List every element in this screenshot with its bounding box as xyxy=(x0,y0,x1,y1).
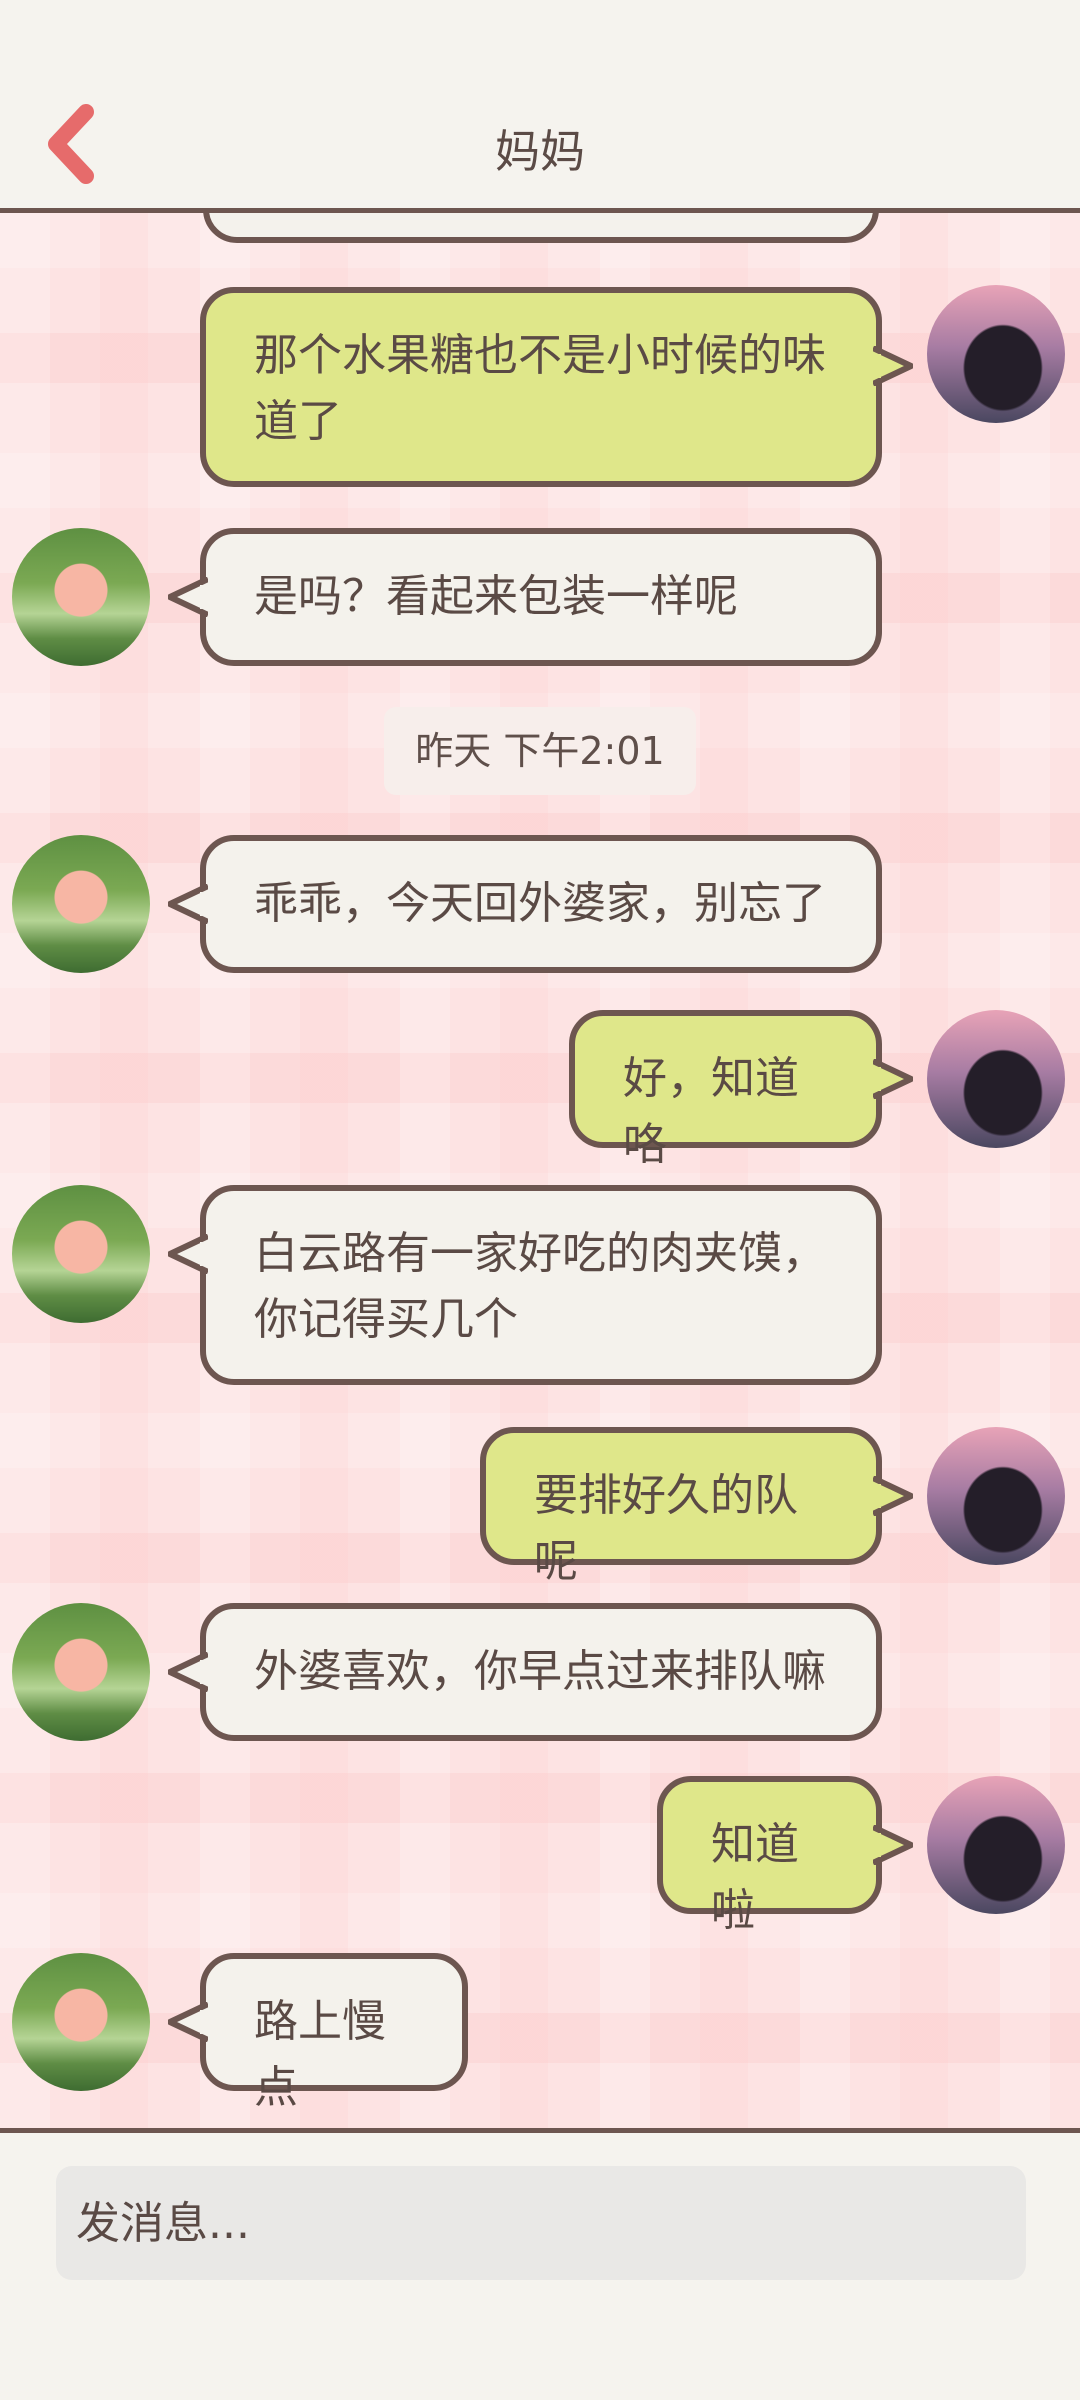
bubble-tail xyxy=(873,1059,913,1099)
contact-name: 妈妈 xyxy=(494,125,585,178)
bubble-tail xyxy=(873,1476,913,1516)
message-bubble[interactable]: 外婆喜欢，你早点过来排队嘛 xyxy=(200,1603,882,1741)
chat-header: 妈妈 xyxy=(0,0,1080,213)
message-text: 乖乖，今天回外婆家，别忘了 xyxy=(254,878,826,929)
message-text: 知道啦 xyxy=(711,1819,799,1936)
mom-avatar[interactable] xyxy=(12,1603,150,1741)
mom-avatar[interactable] xyxy=(12,1953,150,2091)
message-bubble[interactable]: 那个水果糖也不是小时候的味道了 xyxy=(200,287,882,487)
message-bubble[interactable]: 好，知道咯 xyxy=(569,1010,882,1170)
message-bubble[interactable]: 路上慢点 xyxy=(200,1953,468,2113)
message-bubble[interactable]: 要排好久的队呢 xyxy=(480,1427,882,1587)
bubble-tail xyxy=(168,577,208,617)
bubble-tail xyxy=(873,1825,913,1865)
my-avatar[interactable] xyxy=(927,1427,1065,1565)
input-bar xyxy=(0,2133,1080,2400)
my-avatar[interactable] xyxy=(927,285,1065,423)
message-bubble[interactable]: 知道啦 xyxy=(657,1776,882,1936)
message-list[interactable]: 那个水果糖也不是小时候的味道了 是吗？看起来包装一样呢 昨天 下午2:01 乖乖… xyxy=(0,213,1080,2133)
bubble-tail xyxy=(168,2002,208,2042)
message-bubble[interactable]: 是吗？看起来包装一样呢 xyxy=(200,528,882,666)
bubble-tail xyxy=(168,1652,208,1692)
message-text: 路上慢点 xyxy=(254,1996,386,2113)
mom-avatar[interactable] xyxy=(12,1185,150,1323)
message-text: 是吗？看起来包装一样呢 xyxy=(254,571,738,622)
mom-avatar[interactable] xyxy=(12,528,150,666)
bubble-tail xyxy=(873,346,913,386)
message-text: 白云路有一家好吃的肉夹馍，你记得买几个 xyxy=(254,1228,826,1345)
message-input[interactable] xyxy=(56,2166,1026,2280)
mom-avatar[interactable] xyxy=(12,835,150,973)
message-text: 好，知道咯 xyxy=(623,1053,799,1170)
timestamp: 昨天 下午2:01 xyxy=(384,707,696,795)
message-text: 那个水果糖也不是小时候的味道了 xyxy=(254,330,826,447)
message-bubble[interactable]: 乖乖，今天回外婆家，别忘了 xyxy=(200,835,882,973)
message-bubble[interactable]: 白云路有一家好吃的肉夹馍，你记得买几个 xyxy=(200,1185,882,1385)
message-bubble[interactable] xyxy=(203,213,879,243)
message-text: 外婆喜欢，你早点过来排队嘛 xyxy=(254,1646,826,1697)
my-avatar[interactable] xyxy=(927,1776,1065,1914)
bubble-tail xyxy=(168,1234,208,1274)
message-text: 要排好久的队呢 xyxy=(534,1470,798,1587)
bubble-tail xyxy=(168,884,208,924)
my-avatar[interactable] xyxy=(927,1010,1065,1148)
